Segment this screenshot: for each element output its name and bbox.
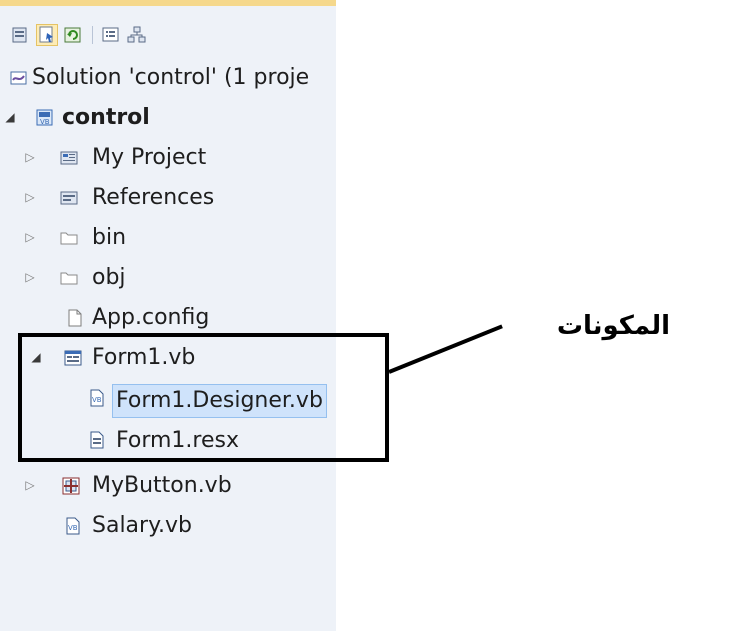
components-highlight-box: [18, 333, 389, 462]
collapse-arrow-icon[interactable]: ▷: [24, 478, 36, 492]
show-all-files-icon: [12, 27, 27, 43]
tree-item-label: obj: [92, 265, 126, 290]
collapse-arrow-icon[interactable]: ▷: [24, 150, 36, 164]
tree-node-solution[interactable]: Solution 'control' (1 proje: [0, 58, 336, 98]
vb-file-icon: VB: [66, 517, 80, 535]
folder-icon: [60, 272, 78, 285]
toolbar-separator: [92, 26, 93, 44]
vb-project-icon: VB: [36, 109, 53, 126]
components-annotation-label: المكونات: [556, 311, 670, 341]
show-all-files-button[interactable]: [10, 24, 32, 46]
class-diagram-button[interactable]: [126, 24, 148, 46]
collapse-arrow-icon[interactable]: ▷: [24, 190, 36, 204]
component-icon: [62, 477, 80, 495]
tree-item-label: My Project: [92, 145, 207, 170]
tree-node-references[interactable]: ▷ References: [0, 178, 336, 218]
properties-icon: [39, 26, 53, 43]
solution-label: Solution 'control' (1 proje: [32, 65, 310, 90]
view-code-icon: [102, 27, 119, 42]
config-file-icon: [68, 309, 82, 327]
references-icon: [60, 191, 78, 205]
tree-node-bin[interactable]: ▷ bin: [0, 218, 336, 258]
tree-item-label: Salary.vb: [92, 513, 192, 538]
collapse-arrow-icon[interactable]: ▷: [24, 270, 36, 284]
tree-node-mybutton[interactable]: ▷ MyButton.vb: [0, 466, 336, 506]
properties-button[interactable]: [36, 24, 58, 46]
tree-item-label: bin: [92, 225, 127, 250]
solution-explorer-toolbar: [0, 6, 336, 56]
expand-arrow-icon[interactable]: ◢: [4, 110, 16, 124]
tree-node-app-config[interactable]: App.config: [0, 298, 336, 338]
svg-text:VB: VB: [40, 118, 50, 126]
solution-explorer-panel: Solution 'control' (1 proje ◢ VB control…: [0, 0, 336, 631]
tree-item-label: References: [92, 185, 215, 210]
folder-icon: [60, 232, 78, 245]
project-label: control: [62, 105, 150, 130]
tree-node-project[interactable]: ◢ VB control: [0, 98, 336, 138]
tree-item-label: MyButton.vb: [92, 473, 232, 498]
svg-text:VB: VB: [68, 524, 78, 532]
refresh-icon: [64, 27, 81, 43]
my-project-icon: [60, 151, 78, 165]
class-diagram-icon: [127, 26, 146, 43]
annotation-pointer-line: [388, 324, 503, 374]
tree-node-my-project[interactable]: ▷ My Project: [0, 138, 336, 178]
tree-item-label: App.config: [92, 305, 210, 330]
solution-icon: [10, 71, 27, 85]
refresh-button[interactable]: [62, 24, 84, 46]
tree-node-obj[interactable]: ▷ obj: [0, 258, 336, 298]
view-code-button[interactable]: [100, 24, 122, 46]
collapse-arrow-icon[interactable]: ▷: [24, 230, 36, 244]
tree-node-salary[interactable]: VB Salary.vb: [0, 506, 336, 546]
